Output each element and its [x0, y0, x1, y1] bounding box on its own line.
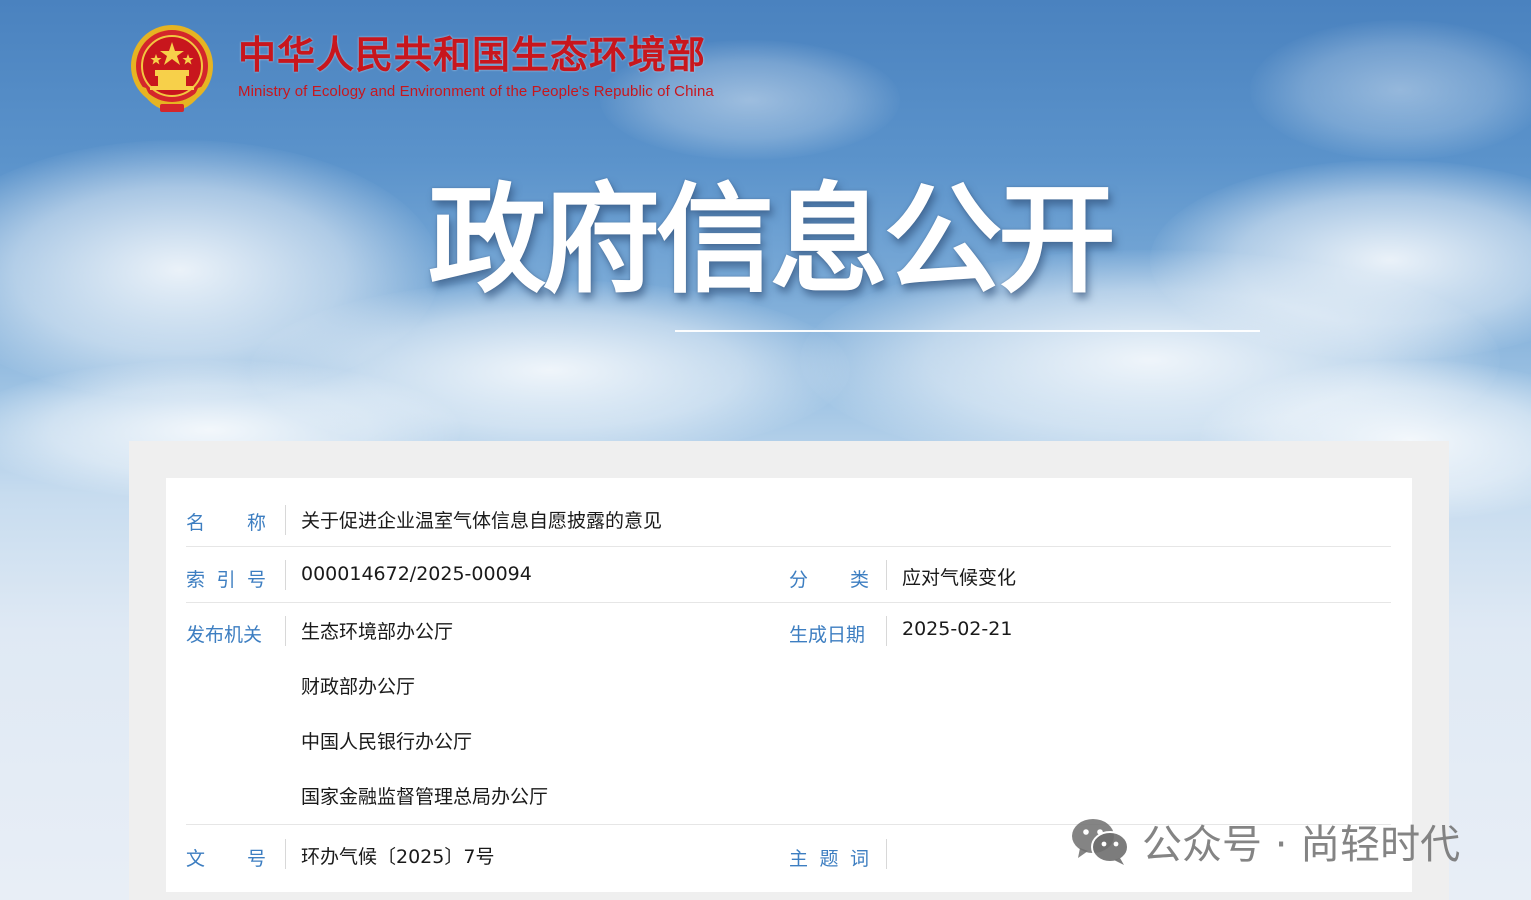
issuer-item: 财政部办公厅 [301, 676, 416, 698]
category-label: 分 类 [789, 569, 869, 591]
category-value: 应对气候变化 [902, 567, 1017, 589]
index-no-divider [285, 560, 286, 590]
category-divider [886, 560, 887, 590]
index-no-label: 索 引 号 [186, 569, 266, 591]
issuer-label: 发布机关 [186, 624, 263, 646]
doc-no-divider [285, 839, 286, 869]
doc-no-value: 环办气候〔2025〕7号 [301, 846, 495, 868]
banner-underline [675, 330, 1260, 332]
index-no-value: 000014672/2025-00094 [301, 563, 532, 585]
info-row-name: 名 称 关于促进企业温室气体信息自愿披露的意见 [186, 490, 1391, 547]
keywords-label: 主 题 词 [789, 848, 869, 870]
name-value: 关于促进企业温室气体信息自愿披露的意见 [301, 510, 663, 532]
site-header[interactable]: 中华人民共和国生态环境部 Ministry of Ecology and Env… [128, 22, 714, 118]
watermark: 公众号 · 尚轻时代 [1070, 812, 1460, 870]
date-divider [886, 616, 887, 646]
issuer-item: 生态环境部办公厅 [301, 621, 454, 643]
name-label: 名 称 [186, 512, 266, 534]
org-name-en[interactable]: Ministry of Ecology and Environment of t… [238, 83, 714, 100]
name-divider [285, 505, 286, 535]
national-emblem-icon [131, 25, 213, 112]
issuer-divider [285, 616, 286, 646]
keywords-divider [886, 839, 887, 869]
date-label: 生成日期 [789, 624, 866, 646]
banner-title: 政府信息公开 [428, 171, 1116, 309]
issuer-list: 生态环境部办公厅 财政部办公厅 中国人民银行办公厅 国家金融监督管理总局办公厅 [301, 617, 548, 837]
info-row-issuer: 发布机关 生态环境部办公厅 财政部办公厅 中国人民银行办公厅 国家金融监督管理总… [186, 603, 1391, 825]
org-name-cn[interactable]: 中华人民共和国生态环境部 [238, 33, 714, 77]
info-row-index: 索 引 号 000014672/2025-00094 分 类 应对气候变化 [186, 547, 1391, 603]
issuer-item: 中国人民银行办公厅 [301, 731, 473, 753]
page: 中华人民共和国生态环境部 Ministry of Ecology and Env… [0, 0, 1531, 900]
date-value: 2025-02-21 [902, 618, 1013, 640]
doc-no-label: 文 号 [186, 848, 266, 870]
watermark-text: 公众号 · 尚轻时代 [1142, 822, 1461, 868]
wechat-icon [1072, 819, 1129, 865]
